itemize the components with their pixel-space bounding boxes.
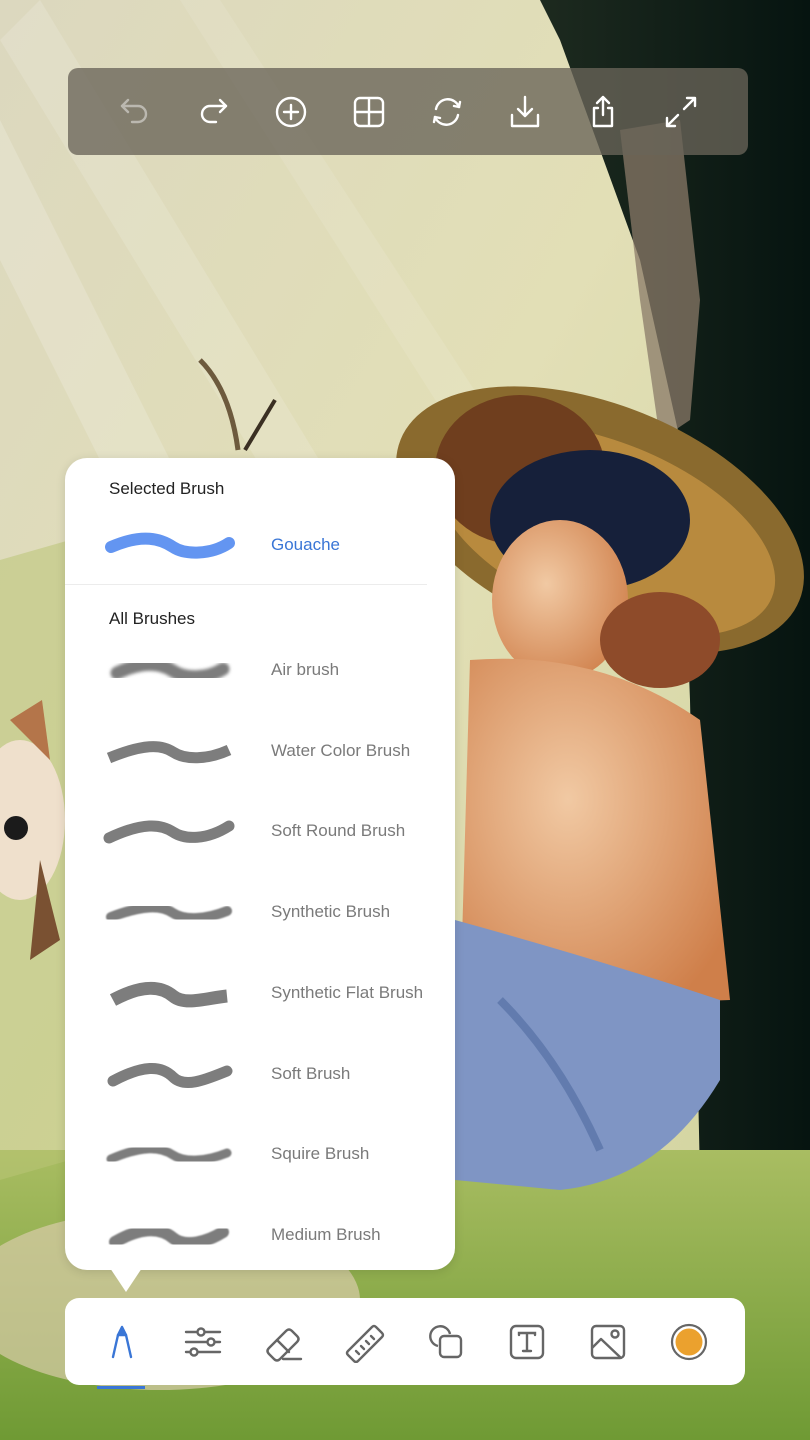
tool-ruler[interactable]	[340, 1317, 390, 1367]
eraser-icon	[265, 1327, 302, 1362]
brush-stroke-preview	[106, 902, 232, 924]
expand-icon	[665, 96, 697, 127]
brush-stroke-preview	[103, 820, 235, 844]
ruler-icon	[345, 1324, 384, 1363]
section-divider	[65, 584, 427, 585]
tool-image[interactable]	[583, 1317, 633, 1367]
share-button[interactable]	[581, 90, 625, 134]
brush-item[interactable]: Air brush	[65, 636, 455, 706]
color-swatch-icon	[670, 1323, 707, 1360]
brush-name: Soft Round Brush	[271, 821, 406, 841]
grid-button[interactable]	[347, 90, 391, 134]
selected-brush-item[interactable]: Gouache	[65, 518, 455, 572]
brush-picker-popover: Selected Brush Gouache All Brushes Air b…	[65, 458, 455, 1292]
popover-pointer	[110, 1268, 142, 1292]
brush-name: Synthetic Flat Brush	[271, 982, 424, 1002]
refresh-icon	[432, 97, 462, 126]
add-button[interactable]	[269, 90, 313, 134]
brush-item[interactable]: Soft Round Brush	[65, 797, 455, 867]
brush-stroke-preview	[106, 1144, 232, 1165]
download-button[interactable]	[503, 90, 547, 134]
brush-stroke-preview	[110, 658, 230, 684]
brush-item[interactable]: Synthetic Brush	[65, 878, 455, 948]
tool-shapes[interactable]	[421, 1317, 471, 1367]
sync-button[interactable]	[425, 90, 469, 134]
download-icon	[510, 95, 540, 127]
selected-brush-heading: Selected Brush	[109, 479, 225, 498]
undo-button[interactable]	[113, 90, 157, 134]
share-icon	[592, 95, 614, 127]
image-icon	[590, 1324, 625, 1359]
tool-brush[interactable]	[96, 1317, 147, 1389]
bottom-toolbar	[65, 1298, 745, 1389]
tool-text[interactable]	[502, 1317, 552, 1367]
brush-item[interactable]: Synthetic Flat Brush	[65, 959, 455, 1029]
fullscreen-button[interactable]	[659, 90, 703, 134]
active-tool-indicator	[96, 1385, 145, 1389]
brush-name: Water Color Brush	[271, 740, 411, 760]
text-icon	[509, 1324, 544, 1359]
brush-stroke-preview	[107, 1062, 233, 1088]
selected-brush-name: Gouache	[271, 535, 340, 554]
brush-stroke-preview	[109, 981, 228, 1008]
brush-name: Medium Brush	[271, 1224, 381, 1244]
top-toolbar	[68, 68, 748, 155]
brush-item[interactable]: Soft Brush	[65, 1040, 455, 1110]
all-brushes-heading: All Brushes	[109, 609, 195, 628]
brush-icon	[111, 1325, 132, 1358]
tool-adjust[interactable]	[178, 1317, 228, 1367]
brush-item[interactable]: Water Color Brush	[65, 717, 455, 787]
undo-icon	[120, 98, 148, 123]
brush-name: Squire Brush	[271, 1144, 370, 1164]
brush-name: Air brush	[271, 660, 340, 679]
redo-icon	[200, 98, 228, 123]
grid-icon	[353, 96, 385, 127]
brush-stroke-preview	[106, 740, 232, 763]
gouache-stroke-preview	[105, 532, 235, 559]
tool-color[interactable]	[664, 1317, 714, 1367]
redo-button[interactable]	[191, 90, 235, 134]
brush-item[interactable]: Squire Brush	[65, 1120, 455, 1190]
sliders-icon	[184, 1326, 221, 1357]
brush-item[interactable]: Medium Brush	[65, 1201, 455, 1271]
tool-eraser[interactable]	[259, 1317, 309, 1367]
brush-name: Synthetic Brush	[271, 902, 391, 922]
shapes-icon	[428, 1324, 462, 1358]
brush-name: Soft Brush	[271, 1063, 351, 1083]
plus-circle-icon	[275, 96, 307, 127]
brush-stroke-preview	[109, 1224, 229, 1250]
